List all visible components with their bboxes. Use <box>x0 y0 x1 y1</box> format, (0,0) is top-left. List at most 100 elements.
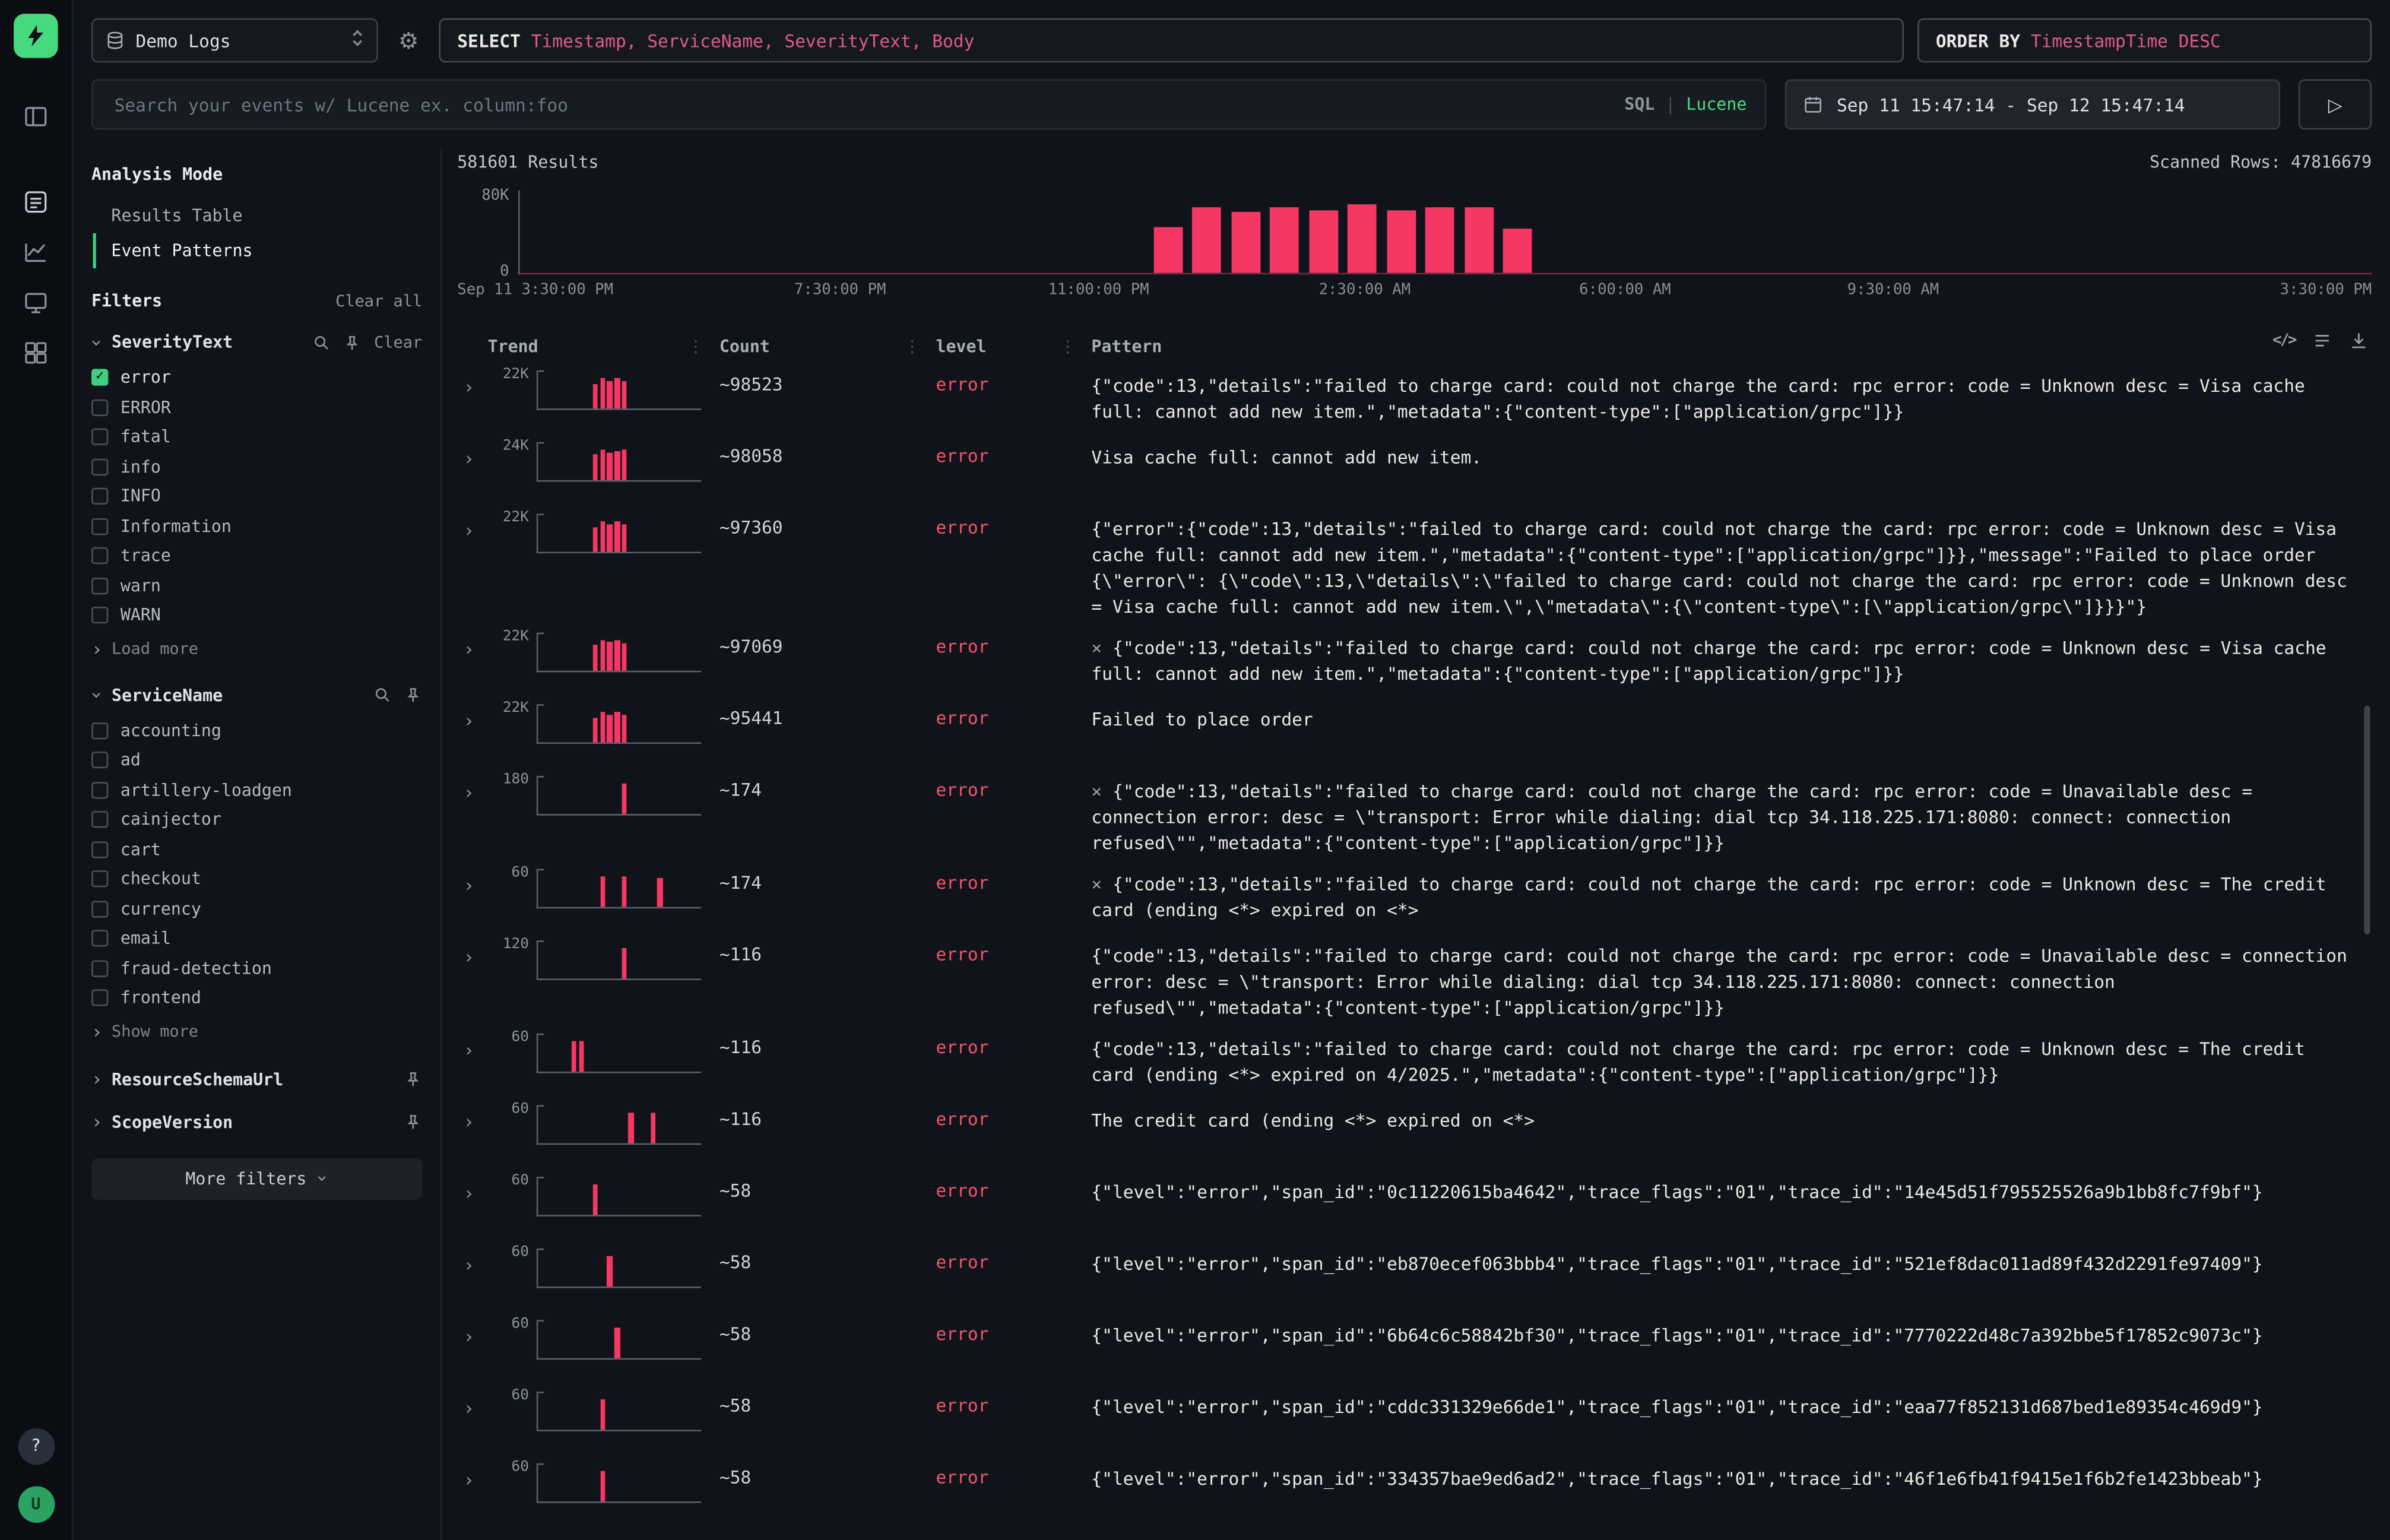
histogram-bar[interactable] <box>1153 227 1182 273</box>
severity-clear-button[interactable]: Clear <box>374 333 422 351</box>
filter-option[interactable]: cart <box>91 835 422 864</box>
expand-row-button[interactable]: › <box>457 779 480 806</box>
expand-row-button[interactable]: › <box>457 1180 480 1207</box>
filter-option[interactable]: warn <box>91 571 422 601</box>
pattern-text[interactable]: ×{"code":13,"details":"failed to charge … <box>1091 776 2372 857</box>
filter-option[interactable]: info <box>91 452 422 481</box>
search-icon[interactable] <box>373 686 392 704</box>
checkbox[interactable] <box>91 841 108 858</box>
checkbox[interactable] <box>91 812 108 828</box>
sql-mode-button[interactable]: SQL <box>1624 94 1654 114</box>
checkbox[interactable] <box>91 577 108 594</box>
select-query-input[interactable]: SELECT Timestamp, ServiceName, SeverityT… <box>439 18 1903 62</box>
order-by-input[interactable]: ORDER BY TimestampTime DESC <box>1917 18 2372 62</box>
pattern-text[interactable]: {"code":13,"details":"failed to charge c… <box>1091 370 2372 425</box>
histogram-bar[interactable] <box>1425 208 1454 272</box>
pattern-text[interactable]: ×{"code":13,"details":"failed to charge … <box>1091 633 2372 687</box>
checkbox[interactable] <box>91 607 108 624</box>
severity-load-more[interactable]: › Load more <box>91 633 422 664</box>
column-header-level[interactable]: level <box>936 336 987 356</box>
checkbox[interactable] <box>91 429 108 445</box>
checkbox[interactable] <box>91 960 108 977</box>
help-button[interactable]: ? <box>18 1428 55 1465</box>
histogram-bar[interactable] <box>1387 211 1416 272</box>
monitor-icon[interactable] <box>21 287 51 317</box>
time-range-picker[interactable]: Sep 11 15:47:14 - Sep 12 15:47:14 <box>1785 80 2280 130</box>
pattern-text[interactable]: The credit card (ending <*> expired on <… <box>1091 1105 2372 1135</box>
filter-option[interactable]: accounting <box>91 715 422 745</box>
filter-option[interactable]: email <box>91 924 422 953</box>
checkbox[interactable] <box>91 990 108 1006</box>
histogram-bar[interactable] <box>1192 208 1221 272</box>
scope-version-group[interactable]: › ScopeVersion <box>91 1112 422 1132</box>
user-avatar[interactable]: U <box>18 1485 55 1522</box>
expand-row-button[interactable]: › <box>457 636 480 663</box>
severity-group-header[interactable]: › SeverityText Clear <box>91 332 422 352</box>
expand-row-button[interactable]: › <box>457 1108 480 1136</box>
pin-icon[interactable] <box>404 1070 422 1088</box>
expand-row-button[interactable]: › <box>457 1323 480 1351</box>
histogram-bar[interactable] <box>1348 204 1377 273</box>
column-drag-handle[interactable]: ⋮ <box>1059 336 1076 356</box>
expand-row-button[interactable]: › <box>457 707 480 734</box>
lucene-mode-button[interactable]: Lucene <box>1686 94 1746 114</box>
download-icon[interactable] <box>2349 331 2369 350</box>
expand-row-button[interactable]: › <box>457 373 480 401</box>
filter-option[interactable]: checkout <box>91 864 422 894</box>
service-show-more[interactable]: › Show more <box>91 1016 422 1046</box>
filter-option[interactable]: WARN <box>91 601 422 630</box>
column-header-pattern[interactable]: Pattern <box>1091 336 1162 356</box>
row-density-icon[interactable] <box>2312 331 2332 350</box>
expand-row-button[interactable]: › <box>457 1037 480 1064</box>
pin-icon[interactable] <box>404 1113 422 1131</box>
filter-option[interactable]: Information <box>91 511 422 541</box>
filter-option[interactable]: fraud-detection <box>91 953 422 983</box>
checkbox[interactable] <box>91 901 108 917</box>
expand-row-button[interactable]: › <box>457 1466 480 1494</box>
hyperdx-logo-icon[interactable] <box>14 14 58 58</box>
histogram-bar[interactable] <box>1308 211 1337 272</box>
pattern-text[interactable]: {"level":"error","span_id":"334357bae9ed… <box>1091 1463 2372 1493</box>
filter-option[interactable]: trace <box>91 541 422 571</box>
expand-row-button[interactable]: › <box>457 872 480 899</box>
more-filters-button[interactable]: More filters › <box>91 1158 422 1199</box>
chart-icon[interactable] <box>21 236 51 267</box>
mode-event-patterns[interactable]: Event Patterns <box>93 233 423 268</box>
pin-icon[interactable] <box>344 333 362 351</box>
expand-row-button[interactable]: › <box>457 516 480 544</box>
filter-option[interactable]: fatal <box>91 422 422 452</box>
checkbox[interactable] <box>91 722 108 739</box>
expand-row-button[interactable]: › <box>457 445 480 473</box>
pattern-text[interactable]: {"level":"error","span_id":"eb870ecef063… <box>1091 1249 2372 1278</box>
pattern-text[interactable]: ×{"code":13,"details":"failed to charge … <box>1091 869 2372 924</box>
checkbox[interactable] <box>91 871 108 888</box>
filter-option[interactable]: currency <box>91 894 422 924</box>
resource-schema-url-group[interactable]: › ResourceSchemaUrl <box>91 1069 422 1089</box>
checkbox[interactable] <box>91 518 108 534</box>
column-drag-handle[interactable]: ⋮ <box>687 336 704 356</box>
exclude-icon[interactable]: × <box>1091 637 1102 658</box>
pattern-text[interactable]: {"level":"error","span_id":"0c11220615ba… <box>1091 1177 2372 1206</box>
filter-option[interactable]: frontend <box>91 983 422 1013</box>
histogram-bar[interactable] <box>1231 212 1260 272</box>
column-drag-handle[interactable]: ⋮ <box>904 336 921 356</box>
pattern-text[interactable]: Visa cache full: cannot add new item. <box>1091 442 2372 471</box>
view-code-icon[interactable]: </> <box>2272 332 2296 349</box>
exclude-icon[interactable]: × <box>1091 781 1102 802</box>
histogram-bar[interactable] <box>1503 229 1532 272</box>
checkbox[interactable] <box>91 458 108 475</box>
logs-icon[interactable] <box>21 186 51 216</box>
histogram-bar[interactable] <box>1465 207 1494 272</box>
checkbox[interactable] <box>91 782 108 798</box>
filter-option[interactable]: ERROR <box>91 392 422 422</box>
service-group-header[interactable]: › ServiceName <box>91 685 422 705</box>
search-input[interactable] <box>111 92 1624 116</box>
checkbox[interactable] <box>91 930 108 947</box>
histogram-bar[interactable] <box>1270 208 1299 272</box>
expand-row-button[interactable]: › <box>457 1251 480 1279</box>
mode-results-table[interactable]: Results Table <box>93 198 423 233</box>
exclude-icon[interactable]: × <box>1091 873 1102 895</box>
pattern-text[interactable]: {"level":"error","span_id":"cddc331329e6… <box>1091 1392 2372 1421</box>
checkbox[interactable] <box>91 399 108 416</box>
source-selector[interactable]: Demo Logs <box>91 18 378 62</box>
